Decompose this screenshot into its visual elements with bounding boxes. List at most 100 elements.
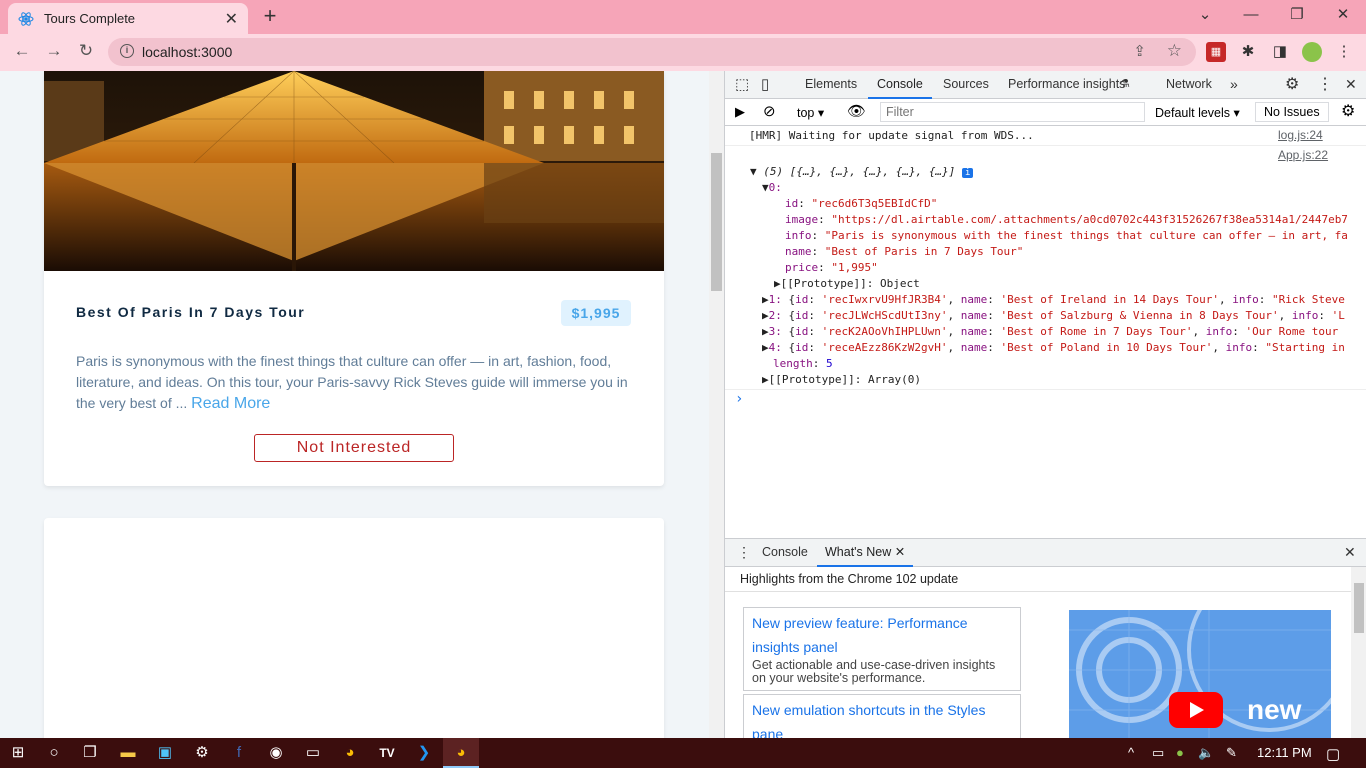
pen-icon[interactable]: ✎ [1226, 745, 1237, 761]
facebook-icon[interactable]: f [221, 738, 257, 768]
close-tab-icon[interactable]: ✕ [895, 545, 905, 559]
browser-tab[interactable]: Tours Complete ✕ [8, 3, 248, 34]
tradingview-icon[interactable]: TV [369, 738, 405, 768]
network-icon[interactable]: ● [1176, 745, 1184, 760]
tab-elements[interactable]: Elements [805, 71, 857, 99]
drawer-menu-icon[interactable]: ⋮ [737, 539, 751, 567]
feature-card[interactable]: New emulation shortcuts in the Styles pa… [743, 694, 1021, 739]
file-explorer-icon[interactable]: ▬ [110, 738, 146, 768]
windows-start-icon[interactable]: ⊞ [0, 738, 36, 768]
whats-new-heading: Highlights from the Chrome 102 update [740, 572, 959, 586]
issues-button[interactable]: No Issues [1255, 102, 1329, 122]
battery-icon[interactable]: ▭ [1152, 745, 1164, 761]
clock[interactable]: 12:11 PM [1257, 745, 1312, 760]
remote-desktop-icon[interactable]: ▣ [147, 738, 183, 768]
tab-network[interactable]: Network [1166, 71, 1212, 99]
url-text: localhost:3000 [142, 44, 233, 60]
tour-image [44, 71, 664, 271]
forward-button[interactable]: → [41, 39, 67, 65]
tour-info-text: Paris is synonymous with the finest thin… [76, 353, 628, 411]
more-tabs-icon[interactable]: » [1230, 71, 1238, 99]
not-interested-button[interactable]: Not Interested [254, 434, 454, 462]
prototype-array[interactable]: ▶[[Prototype]]: Array(0) [762, 373, 921, 386]
item-index: 4: [768, 341, 782, 354]
prop-id: id: "rec6d6T3q5EBIdCfD" [785, 197, 938, 210]
tab-performance-insights[interactable]: Performance insights [1008, 71, 1125, 99]
prop-value: "1,995" [831, 261, 878, 274]
extension-icon[interactable]: ▦ [1206, 42, 1226, 62]
page-viewport: Best Of Paris In 7 Days Tour $1,995 Pari… [0, 71, 724, 738]
vscode-icon[interactable]: ❯ [406, 738, 442, 768]
item-4[interactable]: ▶4: {id: 'receAEzz86KzW2gvH', name: 'Bes… [762, 341, 1345, 354]
page-scrollbar[interactable] [709, 71, 724, 738]
feature-title[interactable]: New preview feature: Performance insight… [752, 611, 1012, 659]
eye-icon[interactable]: 👁 [847, 102, 866, 120]
scrollbar-thumb[interactable] [1354, 583, 1364, 633]
item-id: 'recJLWcHScdUtI3ny' [821, 309, 948, 322]
item-index: 2: [768, 309, 782, 322]
item-1[interactable]: ▶1: {id: 'recIwxrvU9HfJR3B4', name: 'Bes… [762, 293, 1345, 306]
settings-gear-icon[interactable]: ⚙ [184, 738, 220, 768]
tab-console[interactable]: Console [868, 71, 932, 99]
close-drawer-icon[interactable]: ✕ [1344, 539, 1356, 567]
item-2[interactable]: ▶2: {id: 'recJLWcHScdUtI3ny', name: 'Bes… [762, 309, 1345, 322]
source-link[interactable]: App.js:22 [1278, 148, 1328, 162]
back-button[interactable]: ← [9, 39, 35, 65]
chrome-active-icon[interactable]: ◕ [443, 738, 479, 768]
notification-icon[interactable]: ▢ [1326, 745, 1340, 763]
address-bar[interactable]: i localhost:3000 ⇪ ☆ [108, 38, 1196, 66]
item-id: 'recIwxrvU9HfJR3B4' [821, 293, 948, 306]
play-icon[interactable] [1169, 692, 1223, 728]
gear-icon[interactable]: ⚙ [1285, 71, 1299, 99]
chrome-icon[interactable]: ◕ [332, 738, 368, 768]
close-devtools-icon[interactable]: ✕ [1345, 71, 1357, 99]
video-thumbnail[interactable]: new [1069, 610, 1331, 739]
tab-sources[interactable]: Sources [943, 71, 989, 99]
item-0-toggle[interactable]: ▼0: [762, 181, 782, 194]
terminal-icon[interactable]: ▭ [295, 738, 331, 768]
task-view-icon[interactable]: ❐ [72, 738, 108, 768]
console-output: [HMR] Waiting for update signal from WDS… [725, 126, 1366, 538]
source-link[interactable]: log.js:24 [1278, 128, 1323, 142]
chevron-down-icon[interactable]: ⌄ [1182, 4, 1228, 30]
drawer-tab-whats-new[interactable]: What's New ✕ [817, 539, 914, 567]
obs-icon[interactable]: ◉ [258, 738, 294, 768]
console-filter-input[interactable] [880, 102, 1145, 122]
prop-value: "Best of Paris in 7 Days Tour" [824, 245, 1024, 258]
close-tab-icon[interactable]: ✕ [225, 9, 238, 29]
prototype-object[interactable]: ▶[[Prototype]]: Object [774, 277, 920, 290]
item-3[interactable]: ▶3: {id: 'recK2AOoVhIHPLUwn', name: 'Bes… [762, 325, 1338, 338]
kebab-menu-icon[interactable]: ⋮ [1317, 71, 1333, 99]
minimize-button[interactable]: — [1228, 4, 1274, 30]
sidebar-toggle-icon[interactable]: ▶ [735, 104, 745, 120]
share-icon[interactable]: ⇪ [1133, 42, 1146, 60]
chevron-up-icon[interactable]: ^ [1128, 745, 1134, 760]
console-prompt[interactable]: › [735, 391, 743, 407]
restore-button[interactable]: ❐ [1274, 4, 1320, 30]
feature-title[interactable]: New emulation shortcuts in the Styles pa… [752, 698, 1012, 739]
site-info-icon[interactable]: i [120, 44, 134, 58]
avatar[interactable] [1302, 42, 1322, 62]
close-window-button[interactable]: ✕ [1320, 4, 1366, 30]
reload-button[interactable]: ↻ [73, 39, 99, 65]
tour-name: Best Of Paris In 7 Days Tour [76, 304, 306, 320]
puzzle-icon[interactable]: ✱ [1238, 42, 1258, 62]
clear-console-icon[interactable]: ⊘ [763, 102, 776, 120]
bookmark-star-icon[interactable]: ☆ [1167, 41, 1182, 61]
log-levels-select[interactable]: Default levels ▾ [1155, 105, 1240, 120]
console-settings-icon[interactable]: ⚙ [1341, 101, 1355, 121]
new-tab-button[interactable]: + [258, 5, 282, 29]
volume-icon[interactable]: 🔈 [1198, 745, 1214, 761]
context-select[interactable]: top ▾ [797, 105, 824, 120]
search-icon[interactable]: ○ [36, 738, 72, 768]
scrollbar-thumb[interactable] [711, 153, 722, 291]
inspect-icon[interactable]: ⬚ [735, 71, 749, 99]
read-more-button[interactable]: Read More [191, 395, 270, 412]
drawer-tab-console[interactable]: Console [762, 539, 808, 567]
side-panel-icon[interactable]: ◨ [1270, 42, 1290, 62]
feature-card[interactable]: New preview feature: Performance insight… [743, 607, 1021, 691]
drawer-scrollbar[interactable] [1351, 567, 1366, 739]
menu-icon[interactable]: ⋮ [1334, 42, 1354, 62]
device-toolbar-icon[interactable]: ▯ [761, 71, 769, 99]
array-summary[interactable]: ▼ (5) [{…}, {…}, {…}, {…}, {…}] i [750, 165, 974, 178]
